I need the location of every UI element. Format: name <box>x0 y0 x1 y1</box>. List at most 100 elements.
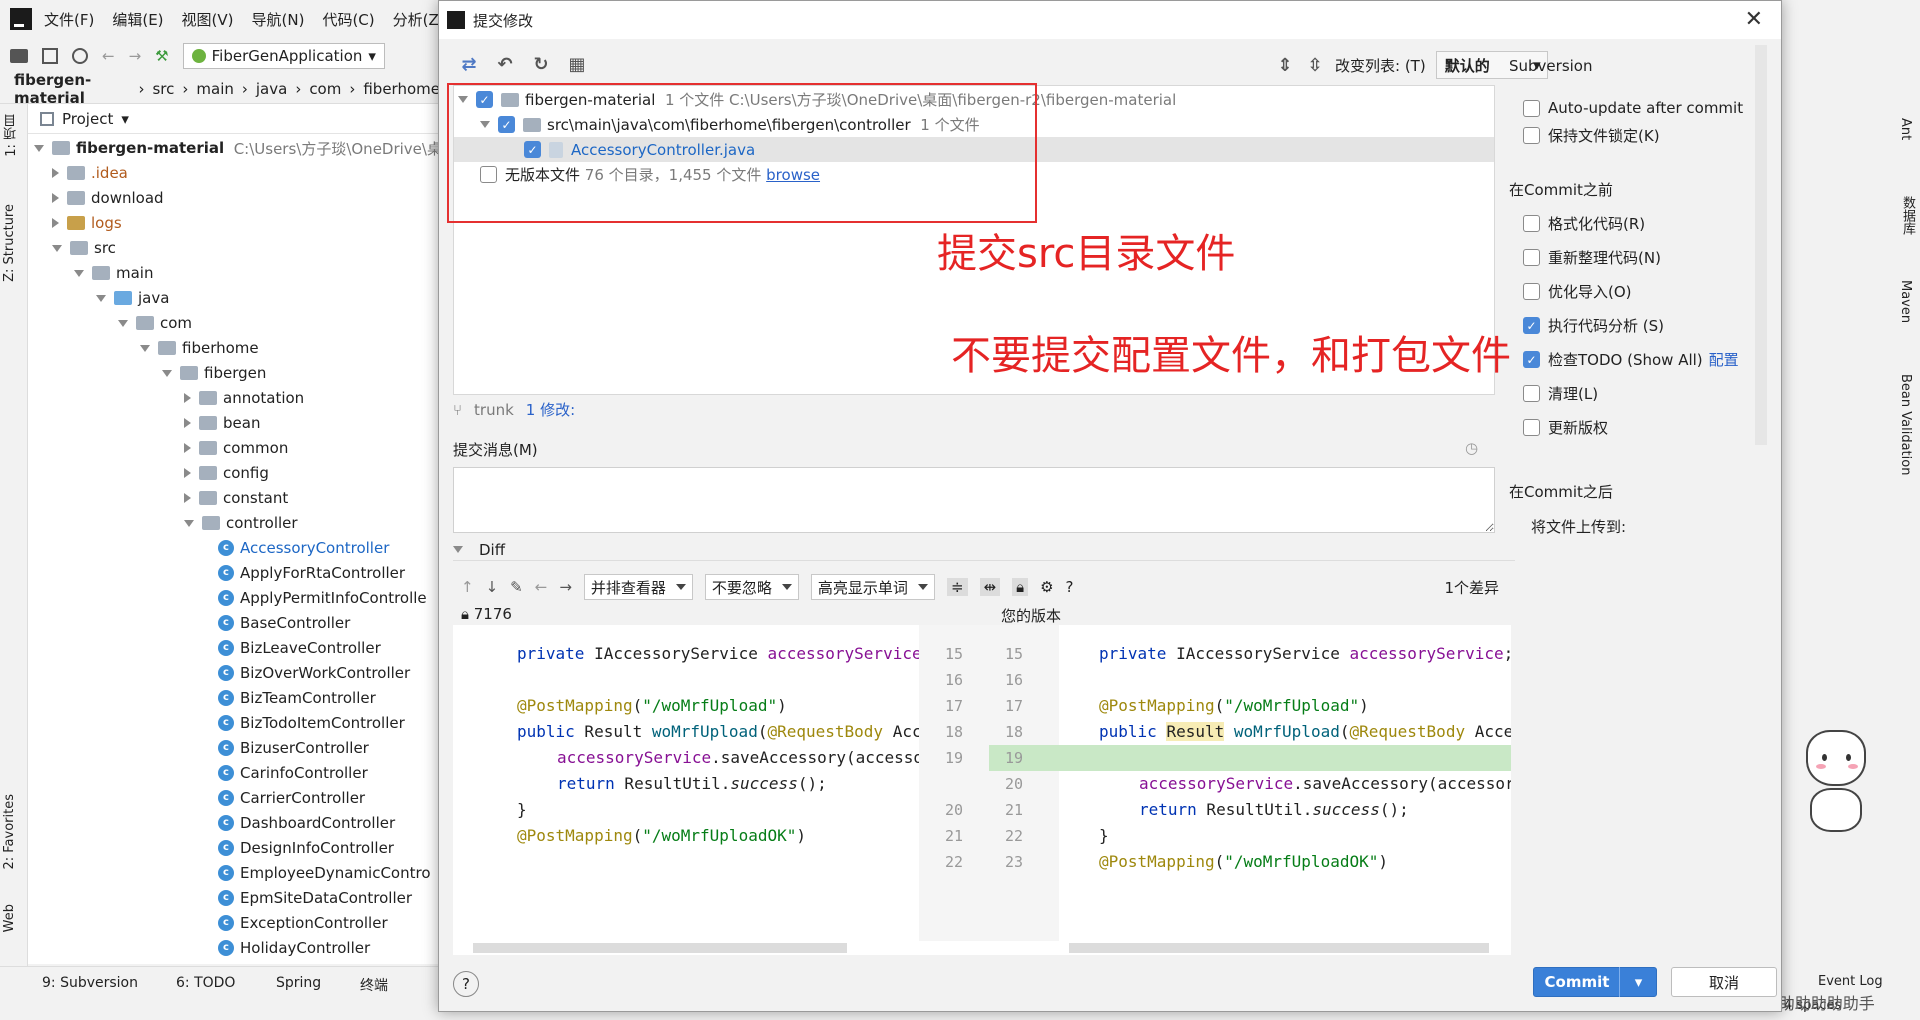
sync-scroll-icon[interactable]: ⇹ <box>979 578 1001 596</box>
tree-item-controller-class[interactable]: c EpmSiteDataController <box>218 886 412 910</box>
diff-header[interactable]: Diff <box>453 539 1515 561</box>
run-config-select[interactable]: FiberGenApplication ▾ <box>182 43 385 69</box>
tree-item-common[interactable]: common <box>184 436 288 460</box>
tree-item-controller-class[interactable]: c BizuserController <box>218 736 369 760</box>
breadcrumb-project[interactable]: fibergen-material <box>14 71 130 107</box>
show-diff-icon[interactable]: ⇄ <box>459 54 479 75</box>
expand-arrow-icon[interactable] <box>184 493 191 503</box>
left-scrollbar[interactable] <box>473 943 847 953</box>
configure-link[interactable]: 配置 <box>1709 349 1739 370</box>
expand-arrow-icon[interactable] <box>184 418 191 428</box>
tree-item-main[interactable]: main <box>74 261 153 285</box>
before-commit-option[interactable]: 格式化代码(R) <box>1523 213 1645 234</box>
expand-arrow-icon[interactable] <box>74 269 84 277</box>
tree-item-src[interactable]: src <box>52 236 116 260</box>
refresh-icon[interactable]: ↻ <box>531 54 551 75</box>
checkbox[interactable] <box>1523 385 1540 402</box>
tree-item-fibergen[interactable]: fibergen <box>162 361 266 385</box>
breadcrumb-java[interactable]: java <box>256 80 287 98</box>
tree-item-download[interactable]: download <box>52 186 164 210</box>
before-commit-option[interactable]: 优化导入(O) <box>1523 281 1632 302</box>
tree-item-controller-class[interactable]: c EmployeeDynamicContro <box>218 861 431 885</box>
option-auto-update[interactable]: Auto-update after commit <box>1523 99 1743 117</box>
menu-navigate[interactable]: 导航(N) <box>252 9 305 30</box>
tab-todo[interactable]: 6: TODO <box>176 975 235 991</box>
expand-arrow-icon[interactable] <box>52 244 62 252</box>
tree-item-annotation[interactable]: annotation <box>184 386 304 410</box>
before-commit-option[interactable]: 重新整理代码(N) <box>1523 247 1661 268</box>
checkbox[interactable] <box>1523 419 1540 436</box>
forward-icon[interactable]: → <box>129 47 142 65</box>
menu-analyze[interactable]: 分析(Z) <box>393 9 445 30</box>
save-icon[interactable] <box>42 48 58 64</box>
branch-changes-link[interactable]: 1 修改: <box>526 399 575 420</box>
tree-root[interactable]: fibergen-material C:\Users\方子琰\OneDrive\… <box>34 136 457 160</box>
tree-item-bean[interactable]: bean <box>184 411 260 435</box>
collapse-unchanged-icon[interactable]: ≑ <box>946 578 968 596</box>
tree-item-controller-class[interactable]: c AccessoryController <box>218 536 389 560</box>
expand-all-icon[interactable]: ⇕ <box>1275 55 1295 76</box>
tab-project[interactable]: 1: 项目 <box>2 114 21 157</box>
tab-terminal[interactable]: 终端 <box>360 975 388 995</box>
breadcrumb-com[interactable]: com <box>309 80 341 98</box>
expand-arrow-icon[interactable] <box>52 218 59 228</box>
tree-item-constant[interactable]: constant <box>184 486 288 510</box>
checkbox[interactable] <box>1523 249 1540 266</box>
right-scrollbar[interactable] <box>1069 943 1489 953</box>
tab-database[interactable]: 数据库 <box>1898 196 1917 235</box>
tree-item-controller-class[interactable]: c DashboardController <box>218 811 395 835</box>
breadcrumb-main[interactable]: main <box>196 80 233 98</box>
before-commit-option[interactable]: ✓ 执行代码分析 (S) <box>1523 315 1664 336</box>
menu-file[interactable]: 文件(F) <box>44 9 94 30</box>
tree-item-controller-class[interactable]: c ExceptionController <box>218 911 388 935</box>
menu-edit[interactable]: 编辑(E) <box>112 9 163 30</box>
rollback-icon[interactable]: ↶ <box>495 54 515 75</box>
tab-favorites[interactable]: 2: Favorites <box>2 794 17 870</box>
menu-code[interactable]: 代码(C) <box>322 9 374 30</box>
tab-bean-validation[interactable]: Bean Validation <box>1898 374 1913 475</box>
expand-arrow-icon[interactable] <box>34 144 44 152</box>
tree-item-controller[interactable]: controller <box>184 511 298 535</box>
checkbox[interactable] <box>1523 127 1540 144</box>
expand-arrow-icon[interactable] <box>184 393 191 403</box>
before-commit-option[interactable]: 清理(L) <box>1523 383 1598 404</box>
diff-viewer[interactable]: private IAccessoryService accessoryServi… <box>453 625 1511 955</box>
back-icon[interactable]: ← <box>535 578 548 596</box>
tree-item-config[interactable]: config <box>184 461 269 485</box>
option-upload-to[interactable]: 将文件上传到: <box>1531 517 1626 536</box>
tree-item-java[interactable]: java <box>96 286 169 310</box>
tab-spring[interactable]: Spring <box>276 975 321 991</box>
expand-arrow-icon[interactable] <box>184 519 194 527</box>
event-log-button[interactable]: Event Log <box>1818 974 1883 989</box>
tree-item-controller-class[interactable]: c BizTeamController <box>218 686 376 710</box>
expand-arrow-icon[interactable] <box>184 468 191 478</box>
cancel-button[interactable]: 取消 <box>1671 967 1777 997</box>
tree-item-idea[interactable]: .idea <box>52 161 128 185</box>
expand-arrow-icon[interactable] <box>52 168 59 178</box>
tree-item-controller-class[interactable]: c HolidayController <box>218 936 370 960</box>
tree-item-controller-class[interactable]: c BizTodoItemController <box>218 711 405 735</box>
project-view-select[interactable]: Project <box>62 110 113 128</box>
settings-gear-icon[interactable]: ⚙ <box>1040 578 1053 596</box>
tree-item-controller-class[interactable]: c CarrierController <box>218 786 365 810</box>
checkbox[interactable]: ✓ <box>1523 317 1540 334</box>
commit-options-dropdown[interactable]: ▾ <box>1619 967 1657 997</box>
before-commit-option[interactable]: ✓ 检查TODO (Show All) 配置 <box>1523 349 1739 370</box>
menu-view[interactable]: 视图(V) <box>182 9 234 30</box>
tab-maven[interactable]: Maven <box>1898 280 1913 323</box>
options-scrollbar[interactable] <box>1755 45 1767 445</box>
back-icon[interactable]: ← <box>102 47 115 65</box>
tree-item-controller-class[interactable]: c ApplyForRtaController <box>218 561 405 585</box>
expand-arrow-icon[interactable] <box>184 443 191 453</box>
help-button[interactable]: ? <box>453 971 479 997</box>
forward-icon[interactable]: → <box>559 578 572 596</box>
collapse-all-icon[interactable]: ⇳ <box>1305 55 1325 76</box>
breadcrumb-fiberhome[interactable]: fiberhome <box>363 80 440 98</box>
checkbox[interactable] <box>1523 215 1540 232</box>
expand-arrow-icon[interactable] <box>96 294 106 302</box>
collapse-arrow-icon[interactable] <box>453 546 463 553</box>
expand-arrow-icon[interactable] <box>162 369 172 377</box>
checkbox[interactable]: ✓ <box>1523 351 1540 368</box>
group-by-icon[interactable]: ▦ <box>567 54 587 75</box>
lock-icon[interactable]: 🔒︎ <box>1012 578 1029 596</box>
